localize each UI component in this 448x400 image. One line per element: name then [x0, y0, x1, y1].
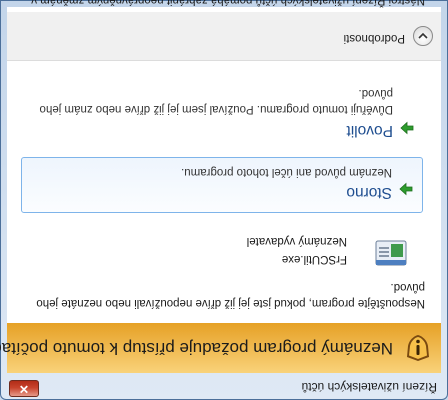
window-title: Řízení uživatelských účtů — [301, 380, 437, 394]
allow-option[interactable]: Povolit Důvěřuji tomuto programu. Použív… — [23, 83, 423, 151]
close-icon: ✕ — [18, 382, 30, 396]
allow-option-description: Důvěřuji tomuto programu. Používal jsem … — [39, 87, 393, 115]
cancel-option[interactable]: Storno Neznám původ ani účel tohoto prog… — [21, 157, 423, 213]
warning-description: Nespouštějte program, pokud jste jej již… — [36, 281, 425, 309]
green-arrow-icon — [400, 121, 414, 135]
chevron-down-icon — [418, 32, 428, 39]
cancel-option-title: Storno — [346, 184, 392, 201]
shield-warning-icon — [407, 335, 429, 361]
details-bar: Podrobnosti — [7, 12, 441, 61]
uac-footer-text: Nástroj Řízení uživatelských účtů pomáhá… — [31, 0, 425, 6]
warning-banner: Neznámý program požaduje přístup k tomut… — [0, 322, 441, 373]
uac-dialog: Řízení uživatelských účtů ✕ Neznámý prog… — [0, 0, 448, 400]
program-publisher: Neznámý vydavatel — [246, 235, 347, 247]
application-icon — [375, 240, 407, 266]
title-bar[interactable]: Řízení uživatelských účtů ✕ — [7, 375, 441, 399]
banner-title: Neznámý program požaduje přístup k tomut… — [0, 339, 393, 358]
details-toggle-button[interactable] — [413, 26, 433, 46]
close-button[interactable]: ✕ — [9, 380, 39, 397]
program-name: FrSCUtil.exe — [281, 253, 347, 265]
allow-option-title: Povolit — [346, 122, 393, 139]
details-label[interactable]: Podrobnosti — [344, 32, 405, 44]
cancel-option-description: Neznám původ ani účel tohoto programu. — [181, 166, 392, 178]
dialog-content: Nespouštějte program, pokud jste jej již… — [7, 0, 441, 323]
green-arrow-icon — [399, 182, 413, 196]
